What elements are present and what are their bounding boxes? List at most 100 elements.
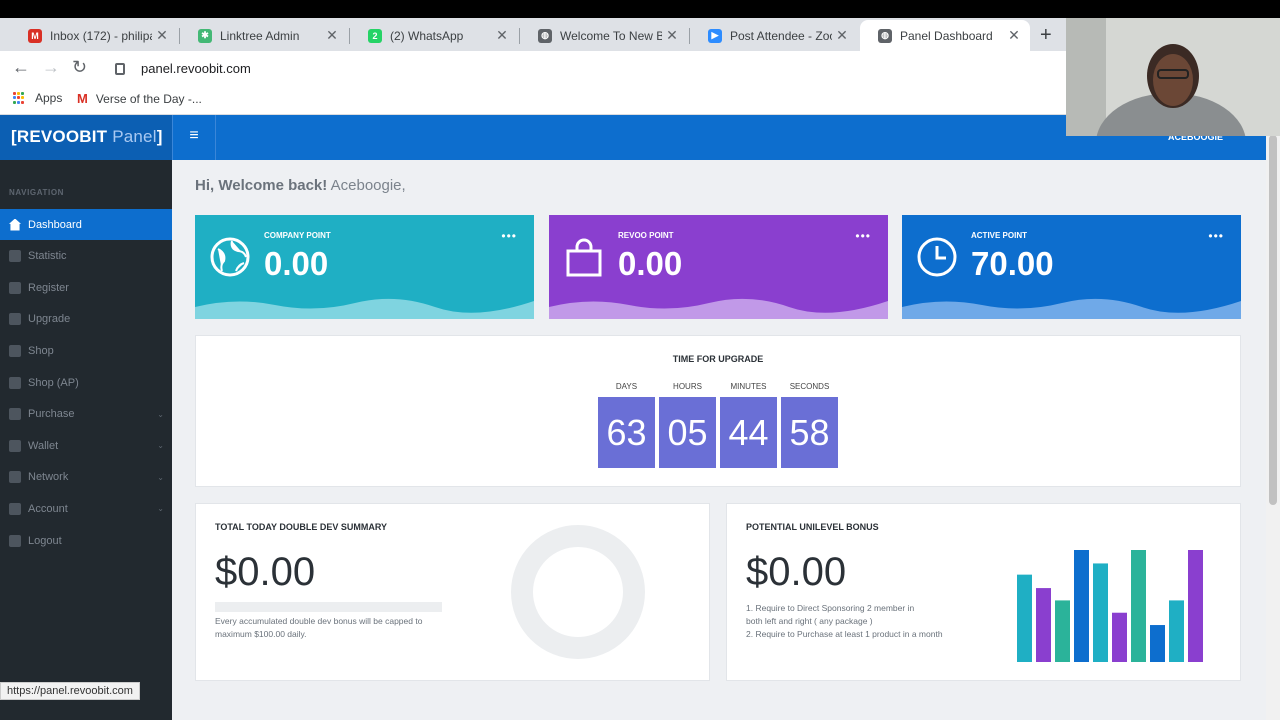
chevron-down-icon: ⌄ — [157, 504, 164, 514]
scrollbar-thumb[interactable] — [1269, 135, 1277, 505]
bookmark-verse[interactable]: M Verse of the Day -... — [77, 91, 202, 106]
more-options-icon[interactable]: ••• — [855, 229, 871, 243]
sidebar-item-icon — [9, 218, 21, 231]
welcome-name: Aceboogie, — [330, 177, 406, 194]
browser-tab[interactable]: ▶ Post Attendee - Zoom✕ — [690, 20, 858, 51]
chevron-down-icon: ⌄ — [157, 409, 164, 419]
apps-grid-icon — [13, 92, 25, 104]
sidebar-item-statistic[interactable]: Statistic — [0, 241, 172, 272]
tab-close-icon[interactable]: ✕ — [832, 27, 852, 44]
sidebar-item-register[interactable]: Register — [0, 272, 172, 303]
back-icon[interactable]: ← — [12, 57, 30, 78]
browser-tab[interactable]: ◍ Panel Dashboard ✕ — [860, 20, 1030, 51]
sidebar-item-label: Network — [28, 471, 69, 484]
sidebar-item-label: Dashboard — [28, 218, 82, 231]
stat-value: 0.00 — [618, 245, 683, 282]
sidebar: NAVIGATION Dashboard Statistic Register Upg… — [0, 160, 172, 720]
chart-bar — [1055, 600, 1070, 662]
browser-tab[interactable]: M Inbox (172) - philipan ✕ — [10, 20, 178, 51]
unilevel-amount: $0.00 — [746, 550, 847, 594]
sidebar-item-dashboard[interactable]: Dashboard — [0, 209, 172, 240]
sidebar-item-icon — [9, 344, 21, 357]
tab-title: Post Attendee - Zoom — [730, 28, 832, 43]
timer-title: TIME FOR UPGRADE — [672, 354, 764, 364]
sidebar-item-purchase[interactable]: Purchase ⌄ — [0, 399, 172, 430]
chart-bar — [1150, 625, 1165, 662]
page-scrollbar[interactable] — [1266, 115, 1280, 720]
sidebar-item-label: Statistic — [28, 250, 67, 263]
tab-close-icon[interactable]: ✕ — [322, 27, 342, 44]
sidebar-item-icon — [9, 439, 21, 452]
tab-favicon-icon: M — [28, 28, 42, 43]
brand-bracket-close: ] — [156, 127, 163, 146]
reload-icon[interactable]: ↻ — [72, 57, 87, 78]
double-dev-amount: $0.00 — [215, 550, 316, 594]
chart-bar — [1112, 612, 1127, 662]
unilevel-note-1: 1. Require to Direct Sponsoring 2 member… — [746, 603, 915, 613]
upgrade-timer-card: TIME FOR UPGRADE DAYS 63 HOURS 05 MINUTES 44 S… — [195, 335, 1241, 487]
tab-favicon-icon: ◍ — [878, 28, 892, 43]
double-dev-progress — [215, 602, 442, 612]
chart-bar — [1036, 588, 1051, 662]
chart-bar — [1169, 600, 1184, 662]
chart-bar — [1131, 550, 1146, 662]
sidebar-item-shop[interactable]: Shop — [0, 335, 172, 366]
more-options-icon[interactable]: ••• — [501, 229, 517, 243]
sidebar-item-icon — [9, 376, 21, 389]
sidebar-item-label: Purchase — [28, 408, 75, 421]
chart-bar — [1074, 550, 1089, 662]
more-options-icon[interactable]: ••• — [1208, 229, 1224, 243]
tab-favicon-icon: ◍ — [538, 28, 552, 43]
shopping-bag-icon — [566, 238, 602, 277]
sidebar-item-label: Shop (AP) — [28, 376, 79, 389]
sidebar-item-logout[interactable]: Logout — [0, 525, 172, 556]
unilevel-note-3: 2. Require to Purchase at least 1 produc… — [746, 629, 943, 639]
sidebar-item-account[interactable]: Account ⌄ — [0, 493, 172, 524]
address-bar[interactable]: panel.revoobit.com — [105, 55, 1075, 81]
chevron-down-icon: ⌄ — [157, 441, 164, 451]
timer-unit-label: DAYS — [615, 382, 638, 391]
unilevel-bar-chart — [1017, 550, 1203, 662]
chevron-down-icon: ⌄ — [157, 472, 164, 482]
browser-tab[interactable]: 2 (2) WhatsApp ✕ — [350, 20, 518, 51]
double-dev-note-2: maximum $100.00 daily. — [215, 629, 307, 639]
sidebar-item-label: Logout — [28, 534, 62, 547]
url-text: panel.revoobit.com — [141, 60, 251, 76]
browser-tab[interactable]: ✱ Linktree Admin ✕ — [180, 20, 348, 51]
tab-close-icon[interactable]: ✕ — [1004, 27, 1024, 44]
double-dev-card: TOTAL TODAY DOUBLE DEV SUMMARY $0.00 Eve… — [195, 503, 710, 681]
sidebar-item-icon — [9, 471, 21, 484]
sidebar-item-label: Shop — [28, 344, 54, 357]
tab-close-icon[interactable]: ✕ — [152, 27, 172, 44]
stat-label: REVOO POINT — [618, 231, 674, 240]
bookmark-verse-label: Verse of the Day -... — [95, 91, 202, 106]
tab-close-icon[interactable]: ✕ — [662, 27, 682, 44]
brand-logo[interactable]: [REVOOBIT Panel] — [0, 115, 172, 160]
gmail-icon: M — [77, 91, 88, 106]
stat-wave — [195, 298, 534, 319]
tab-favicon-icon: ▶ — [708, 28, 722, 43]
sidebar-item-icon — [9, 250, 21, 263]
sidebar-item-network[interactable]: Network ⌄ — [0, 462, 172, 493]
chart-bar — [1093, 563, 1108, 662]
lock-icon — [115, 63, 125, 75]
bookmark-apps[interactable]: Apps — [13, 91, 62, 105]
stat-label: COMPANY POINT — [264, 231, 331, 240]
forward-icon[interactable]: → — [42, 57, 60, 78]
double-dev-donut — [511, 525, 645, 659]
sidebar-item-shop-ap[interactable]: Shop (AP) — [0, 367, 172, 398]
sidebar-item-wallet[interactable]: Wallet ⌄ — [0, 430, 172, 461]
tab-title: Welcome To New Bus — [560, 28, 662, 43]
sidebar-item-upgrade[interactable]: Upgrade — [0, 304, 172, 335]
stat-card-revoo-point: REVOO POINT 0.00 ••• — [549, 215, 888, 319]
stat-wave — [549, 298, 888, 319]
timer-unit-label: SECONDS — [789, 382, 830, 391]
browser-tab[interactable]: ◍ Welcome To New Bus✕ — [520, 20, 688, 51]
tab-close-icon[interactable]: ✕ — [492, 27, 512, 44]
tab-favicon-icon: ✱ — [198, 28, 212, 43]
new-tab-button[interactable]: + — [1040, 24, 1052, 47]
tab-title: (2) WhatsApp — [390, 28, 464, 43]
clock-icon — [917, 237, 957, 277]
menu-toggle-button[interactable]: ≡ — [172, 115, 216, 160]
browser-window: M Inbox (172) - philipan ✕ ✱ Linktree Admin ✕… — [0, 0, 1280, 720]
